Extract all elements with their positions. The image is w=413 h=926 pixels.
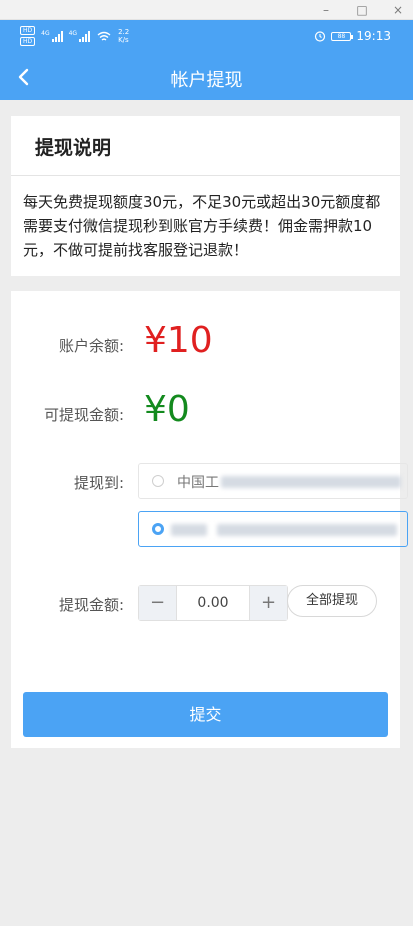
amount-label: 提现金额:	[58, 596, 124, 614]
minimize-button[interactable]: –	[316, 1, 336, 19]
withdraw-form: 账户余额: ¥10 可提现金额: ¥0 提现到: 中国工 提现金额: − 0.0…	[11, 291, 408, 748]
masked-account	[217, 524, 397, 536]
notice-title: 提现说明	[11, 116, 400, 176]
submit-button[interactable]: 提交	[23, 692, 388, 737]
bank-name: 中国工	[177, 475, 219, 491]
net-speed-value: 2.2	[118, 28, 130, 36]
withdraw-to-label: 提现到:	[73, 474, 124, 492]
bank-option[interactable]	[138, 511, 408, 547]
balance-label: 账户余额:	[58, 337, 124, 355]
net-speed: 2.2 K/s	[118, 28, 129, 44]
quantity-stepper[interactable]: − 0.00 +	[138, 585, 288, 621]
withdraw-all-button[interactable]: 全部提现	[287, 585, 377, 617]
bank-option[interactable]: 中国工	[138, 463, 408, 499]
close-button[interactable]: ×	[388, 1, 408, 19]
radio-button[interactable]	[152, 523, 164, 535]
sim1-badge: HD	[20, 26, 36, 35]
alarm-icon	[315, 31, 326, 42]
signal2-label: 4G	[68, 30, 78, 37]
net-speed-unit: K/s	[118, 36, 129, 44]
sim2-badge: HD	[20, 37, 36, 46]
clock: 19:13	[356, 29, 391, 43]
status-bar: HD HD 4G 4G 2.2 K/s 88 19:13	[0, 20, 413, 54]
masked-account	[171, 524, 207, 536]
nav-bar: 帐户提现	[0, 54, 413, 100]
withdrawable-label: 可提现金额:	[43, 406, 124, 424]
masked-account	[221, 476, 401, 488]
balance-value: ¥10	[144, 320, 213, 361]
signal-icon: 4G	[68, 30, 91, 42]
window-titlebar: – □ ×	[0, 0, 413, 20]
decrement-button[interactable]: −	[139, 586, 176, 620]
amount-input[interactable]: 0.00	[176, 586, 250, 620]
notice-body: 每天免费提现额度30元，不足30元或超出30元额度都需要支付微信提现秒到账官方手…	[23, 193, 381, 259]
notice-card: 提现说明 每天免费提现额度30元，不足30元或超出30元额度都需要支付微信提现秒…	[11, 116, 400, 276]
maximize-button[interactable]: □	[352, 1, 372, 19]
withdrawable-value: ¥0	[144, 389, 190, 430]
wifi-icon	[97, 31, 111, 41]
page-title: 帐户提现	[170, 70, 243, 91]
signal-icon: 4G	[41, 30, 63, 42]
battery-icon: 88	[331, 31, 354, 41]
radio-button[interactable]	[152, 475, 164, 487]
increment-button[interactable]: +	[250, 586, 287, 620]
signal1-label: 4G	[41, 30, 50, 37]
